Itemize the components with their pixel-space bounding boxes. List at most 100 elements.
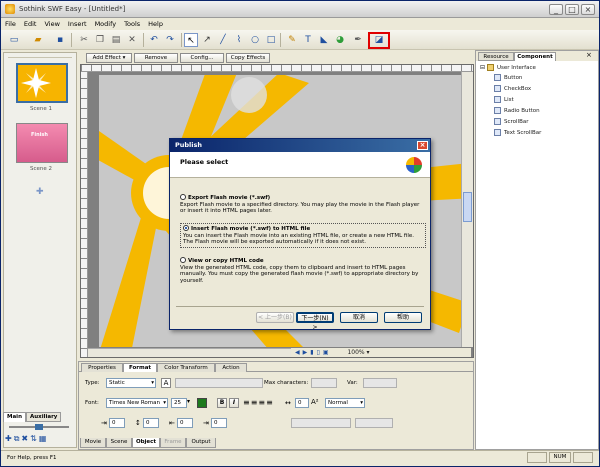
max-characters-field[interactable] [311, 378, 337, 388]
subselect-tool-icon[interactable]: ↗ [200, 33, 214, 47]
option-export-swf[interactable]: Export Flash movie (*.swf) Export Flash … [180, 194, 426, 215]
option-insert-html[interactable]: Insert Flash movie (*.swf) to HTML file … [180, 223, 426, 248]
tab-color-transform[interactable]: Color Transform [157, 363, 215, 372]
tab-resource[interactable]: Resource [478, 52, 514, 61]
paste-icon[interactable]: ▤ [109, 33, 123, 47]
delete-icon[interactable]: ✕ [125, 33, 139, 47]
menu-help[interactable]: Help [144, 18, 167, 28]
text-tool-small-icon[interactable]: A [161, 378, 171, 388]
minimize-button[interactable]: _ [549, 4, 563, 15]
remove-effect-button[interactable]: Remove [134, 53, 178, 63]
move-scene-icon[interactable]: ⇅ [30, 434, 39, 443]
scene-thumb-2[interactable]: Finish [16, 123, 68, 163]
scrollbar-thumb[interactable] [463, 192, 472, 222]
cut-icon[interactable]: ✂ [77, 33, 91, 47]
select-tool-icon[interactable]: ↖ [184, 33, 198, 47]
tree-item-radio-button[interactable]: Radio Button [494, 107, 540, 116]
target-field[interactable] [355, 418, 393, 428]
back-button[interactable]: < 上一步(B) [256, 312, 294, 323]
letter-spacing-field[interactable]: 0 [295, 398, 309, 408]
italic-button[interactable]: I [229, 398, 239, 408]
radio-view-html[interactable] [180, 257, 186, 263]
tree-item-button[interactable]: Button [494, 74, 522, 83]
tree-item-text-scrollbar[interactable]: Text ScrollBar [494, 129, 541, 138]
tab-frame[interactable]: Frame [160, 438, 186, 448]
eyedropper-tool-icon[interactable]: ✒ [351, 33, 365, 47]
next-button[interactable]: 下一步(N) > [296, 312, 334, 331]
font-size-dropdown-icon[interactable]: ▾ [187, 398, 190, 405]
tree-root[interactable]: ⊟ User Interface [480, 63, 536, 72]
font-color-swatch[interactable] [197, 398, 207, 408]
tab-auxiliary[interactable]: Auxiliary [26, 412, 62, 422]
open-folder-icon[interactable]: ▰ [31, 33, 45, 47]
pencil-tool-icon[interactable]: ✎ [285, 33, 299, 47]
text-tool-icon[interactable]: T [301, 33, 315, 47]
scene-thumb-1[interactable] [16, 63, 68, 103]
bold-button[interactable]: B [217, 398, 227, 408]
option-view-html[interactable]: View or copy HTML code View the generate… [180, 257, 426, 284]
tab-output[interactable]: Output [186, 438, 216, 448]
tab-format[interactable]: Format [123, 363, 157, 372]
menu-insert[interactable]: Insert [64, 18, 91, 28]
menu-file[interactable]: File [1, 18, 20, 28]
maximize-button[interactable]: □ [565, 4, 579, 15]
add-scene-icon[interactable]: ✚ [36, 187, 44, 197]
tab-action[interactable]: Action [215, 363, 247, 372]
url-field[interactable] [291, 418, 351, 428]
playback-controls-icon[interactable]: ◀▶▮▯▣ [295, 349, 332, 356]
panel-close-icon[interactable]: × [586, 51, 592, 59]
radio-export-swf[interactable] [180, 194, 186, 200]
pen-tool-icon[interactable]: ⌇ [232, 33, 246, 47]
vertical-scrollbar[interactable] [461, 72, 473, 347]
undo-icon[interactable]: ↶ [147, 33, 161, 47]
tab-movie[interactable]: Movie [80, 438, 106, 448]
menu-edit[interactable]: Edit [20, 18, 41, 28]
tab-properties[interactable]: Properties [81, 363, 123, 372]
delete-scene-icon[interactable]: ✖ [21, 434, 30, 443]
tree-item-scrollbar[interactable]: ScrollBar [494, 118, 528, 127]
align-buttons-icon[interactable]: ≡≡≡≡ [243, 398, 274, 408]
zoom-level[interactable]: 100% [347, 349, 364, 356]
tab-scene[interactable]: Scene [106, 438, 132, 448]
close-button[interactable]: × [581, 4, 595, 15]
copy-effects-button[interactable]: Copy Effects [226, 53, 270, 63]
right-margin-field[interactable]: 0 [211, 418, 227, 428]
menu-modify[interactable]: Modify [91, 18, 121, 28]
redo-icon[interactable]: ↷ [163, 33, 177, 47]
fill-tool-icon[interactable]: ◕ [333, 33, 347, 47]
publish-icon[interactable]: ◪ [372, 33, 386, 47]
font-size-field[interactable]: 25 [171, 398, 187, 408]
cancel-button[interactable]: 取消 [340, 312, 378, 323]
left-margin-field[interactable]: 0 [177, 418, 193, 428]
scene-settings-icon[interactable]: ▦ [39, 434, 49, 443]
dialog-close-icon[interactable]: × [417, 141, 428, 150]
scene-slider[interactable] [9, 424, 69, 430]
indent-field[interactable]: 0 [109, 418, 125, 428]
zoom-dropdown-icon[interactable]: ▾ [367, 349, 370, 356]
ellipse-tool-icon[interactable]: ○ [248, 33, 262, 47]
slider-thumb[interactable] [35, 424, 43, 430]
tab-component[interactable]: Component [514, 52, 556, 61]
save-icon[interactable]: ▪ [53, 33, 67, 47]
copy-icon[interactable]: ❐ [93, 33, 107, 47]
text-style-select[interactable]: Normal ▾ [325, 398, 365, 408]
transform-tool-icon[interactable]: ◣ [317, 33, 331, 47]
line-tool-icon[interactable]: ╱ [216, 33, 230, 47]
menu-view[interactable]: View [40, 18, 63, 28]
radio-insert-html[interactable] [183, 225, 189, 231]
font-select[interactable]: Times New Roman ▾ [106, 398, 168, 408]
var-field[interactable] [363, 378, 397, 388]
tab-object[interactable]: Object [132, 438, 160, 448]
help-button[interactable]: 帮助 [384, 312, 422, 323]
rectangle-tool-icon[interactable]: □ [264, 33, 278, 47]
line-spacing-field[interactable]: 0 [143, 418, 159, 428]
menu-tools[interactable]: Tools [120, 18, 144, 28]
tab-main[interactable]: Main [3, 412, 26, 422]
new-file-icon[interactable]: ▭ [7, 33, 21, 47]
type-select[interactable]: Static ▾ [106, 378, 156, 388]
add-effect-button[interactable]: Add Effect ▾ [86, 53, 132, 63]
add-scene-button-icon[interactable]: ✚ [5, 434, 14, 443]
instance-name-field[interactable] [175, 378, 263, 388]
tree-item-checkbox[interactable]: CheckBox [494, 85, 531, 94]
baseline-icon[interactable]: A² [311, 398, 319, 406]
